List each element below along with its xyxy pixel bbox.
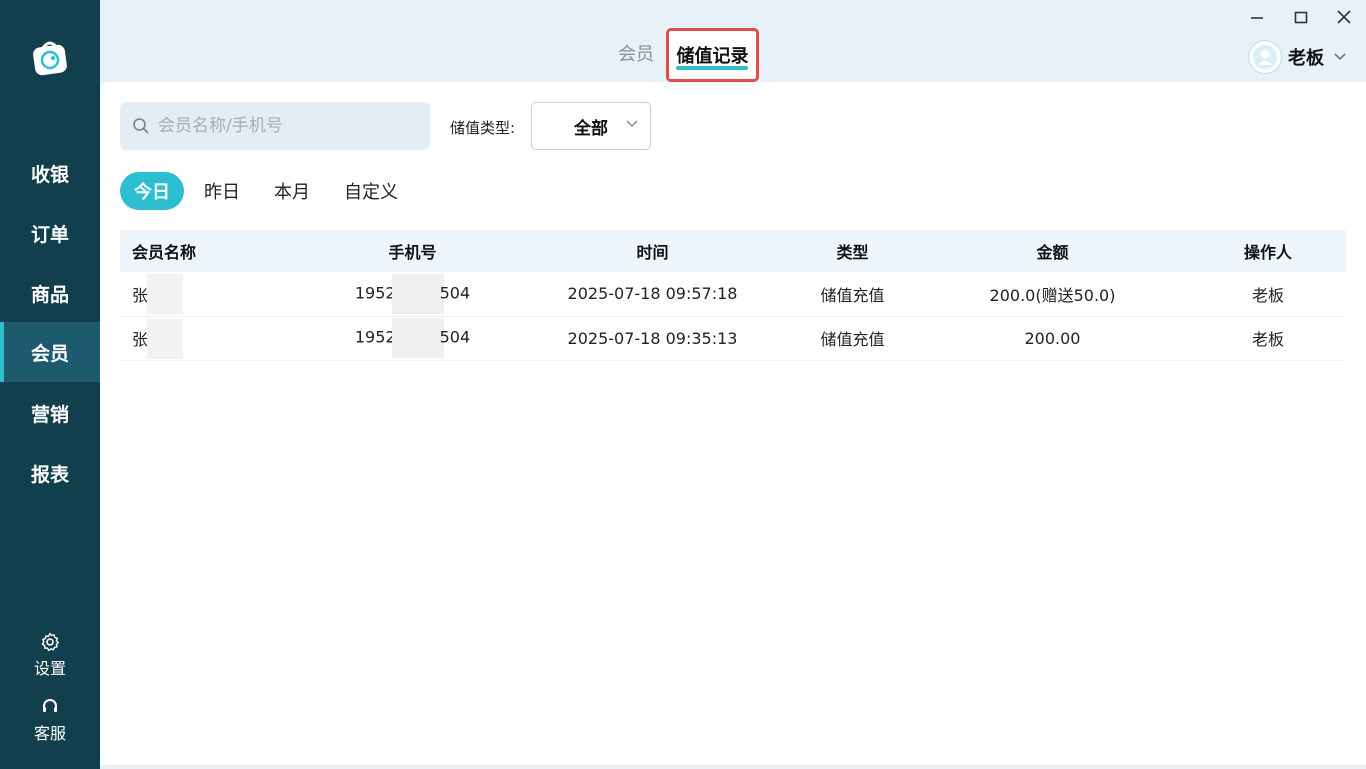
column-header-phone: 手机号 xyxy=(388,243,437,262)
sidebar-item-products[interactable]: 商品 xyxy=(0,263,100,323)
main-panel: 储值类型: 全部 今日 昨日 本月 自定义 会员名称 手机号 时间 类型 金额 … xyxy=(100,82,1366,765)
column-header-amount: 金额 xyxy=(1036,243,1069,262)
member-name: 张 xyxy=(132,285,149,305)
column-header-operator: 操作人 xyxy=(1243,243,1292,262)
cell-type: 储值充值 xyxy=(820,330,885,349)
redacted-block xyxy=(391,273,444,314)
sidebar-item-orders[interactable]: 订单 xyxy=(0,203,100,263)
settings-button[interactable]: 设置 xyxy=(0,632,100,679)
user-name: 老板 xyxy=(1288,48,1324,69)
stored-value-type-label: 储值类型: xyxy=(450,119,516,137)
cell-amount: 200.0(赠送50.0) xyxy=(989,285,1116,305)
sidebar: 收银 订单 商品 会员 营销 报表 设置 客服 xyxy=(0,0,100,769)
user-avatar-icon xyxy=(1253,45,1277,69)
stored-value-type-select[interactable]: 全部 xyxy=(531,102,651,150)
sidebar-item-label: 报表 xyxy=(30,463,69,486)
sidebar-item-label: 订单 xyxy=(30,223,69,246)
minimize-icon xyxy=(1251,17,1263,19)
table-row[interactable]: 张 1952 504 2025-07-18 09:35:13 储值充值 200.0… xyxy=(120,316,1346,360)
cell-time: 2025-07-18 09:57:18 xyxy=(567,284,738,304)
cell-amount: 200.00 xyxy=(1024,328,1081,348)
close-button[interactable] xyxy=(1331,6,1357,28)
sidebar-item-reports[interactable]: 报表 xyxy=(0,443,100,503)
column-header-member-name: 会员名称 xyxy=(132,243,197,262)
date-tab-today[interactable]: 今日 xyxy=(120,172,184,210)
date-tab-this-month[interactable]: 本月 xyxy=(260,172,324,210)
redacted-block xyxy=(147,274,183,314)
redacted-block xyxy=(391,318,444,358)
cell-member-name: 张 xyxy=(120,316,310,360)
user-menu[interactable]: 老板 xyxy=(1248,40,1346,74)
gear-icon xyxy=(41,632,59,652)
member-name: 张 xyxy=(132,330,149,349)
minimize-button[interactable] xyxy=(1244,6,1270,28)
sidebar-item-marketing[interactable]: 营销 xyxy=(0,383,100,443)
tab-label: 储值记录 xyxy=(676,46,749,67)
redacted-block xyxy=(147,318,183,359)
cell-time: 2025-07-18 09:35:13 xyxy=(567,328,738,348)
tab-members[interactable]: 会员 xyxy=(618,40,654,66)
chevron-down-icon xyxy=(626,120,638,127)
maximize-button[interactable] xyxy=(1288,6,1314,28)
cell-member-name: 张 xyxy=(120,272,310,316)
active-tab-indicator xyxy=(676,66,748,70)
maximize-icon xyxy=(1294,11,1308,24)
cell-operator: 老板 xyxy=(1251,330,1284,349)
date-tab-custom[interactable]: 自定义 xyxy=(330,172,412,210)
column-header-time: 时间 xyxy=(636,243,669,262)
customer-service-button[interactable]: 客服 xyxy=(0,697,100,744)
phone-prefix: 1952 xyxy=(354,283,396,303)
search-input[interactable] xyxy=(158,116,418,136)
chevron-down-icon xyxy=(1334,53,1346,61)
customer-service-label: 客服 xyxy=(33,724,66,743)
sidebar-item-label: 收银 xyxy=(30,163,69,186)
sidebar-item-members[interactable]: 会员 xyxy=(0,322,100,382)
sidebar-item-label: 营销 xyxy=(30,403,69,426)
search-icon xyxy=(133,118,149,134)
close-icon xyxy=(1337,10,1351,24)
phone-suffix: 504 xyxy=(439,327,471,347)
phone-prefix: 1952 xyxy=(354,327,396,347)
table-header-row: 会员名称 手机号 时间 类型 金额 操作人 xyxy=(120,230,1346,272)
sidebar-item-label: 商品 xyxy=(30,283,69,306)
settings-label: 设置 xyxy=(33,659,66,678)
cell-operator: 老板 xyxy=(1251,285,1284,305)
type-select-value: 全部 xyxy=(574,118,608,139)
column-header-type: 类型 xyxy=(836,243,869,262)
sidebar-item-label: 会员 xyxy=(30,342,69,365)
headset-icon xyxy=(43,699,57,712)
avatar xyxy=(1248,40,1282,74)
sidebar-item-cashier[interactable]: 收银 xyxy=(0,143,100,203)
stored-value-records-table: 会员名称 手机号 时间 类型 金额 操作人 张 1952 504 2025-07-… xyxy=(120,230,1346,361)
cell-phone: 1952 504 xyxy=(310,316,515,360)
cell-type: 储值充值 xyxy=(820,285,885,305)
app-logo-icon xyxy=(33,41,67,76)
top-bar: 会员 储值记录 老板 xyxy=(100,0,1366,82)
tab-stored-value-records[interactable]: 储值记录 xyxy=(666,28,759,82)
cell-phone: 1952 504 xyxy=(310,272,515,316)
search-box[interactable] xyxy=(120,102,430,150)
phone-suffix: 504 xyxy=(439,283,471,303)
date-filter-tabs: 今日 昨日 本月 自定义 xyxy=(120,172,418,210)
table-row[interactable]: 张 1952 504 2025-07-18 09:57:18 储值充值 200.0… xyxy=(120,272,1346,316)
date-tab-yesterday[interactable]: 昨日 xyxy=(190,172,254,210)
